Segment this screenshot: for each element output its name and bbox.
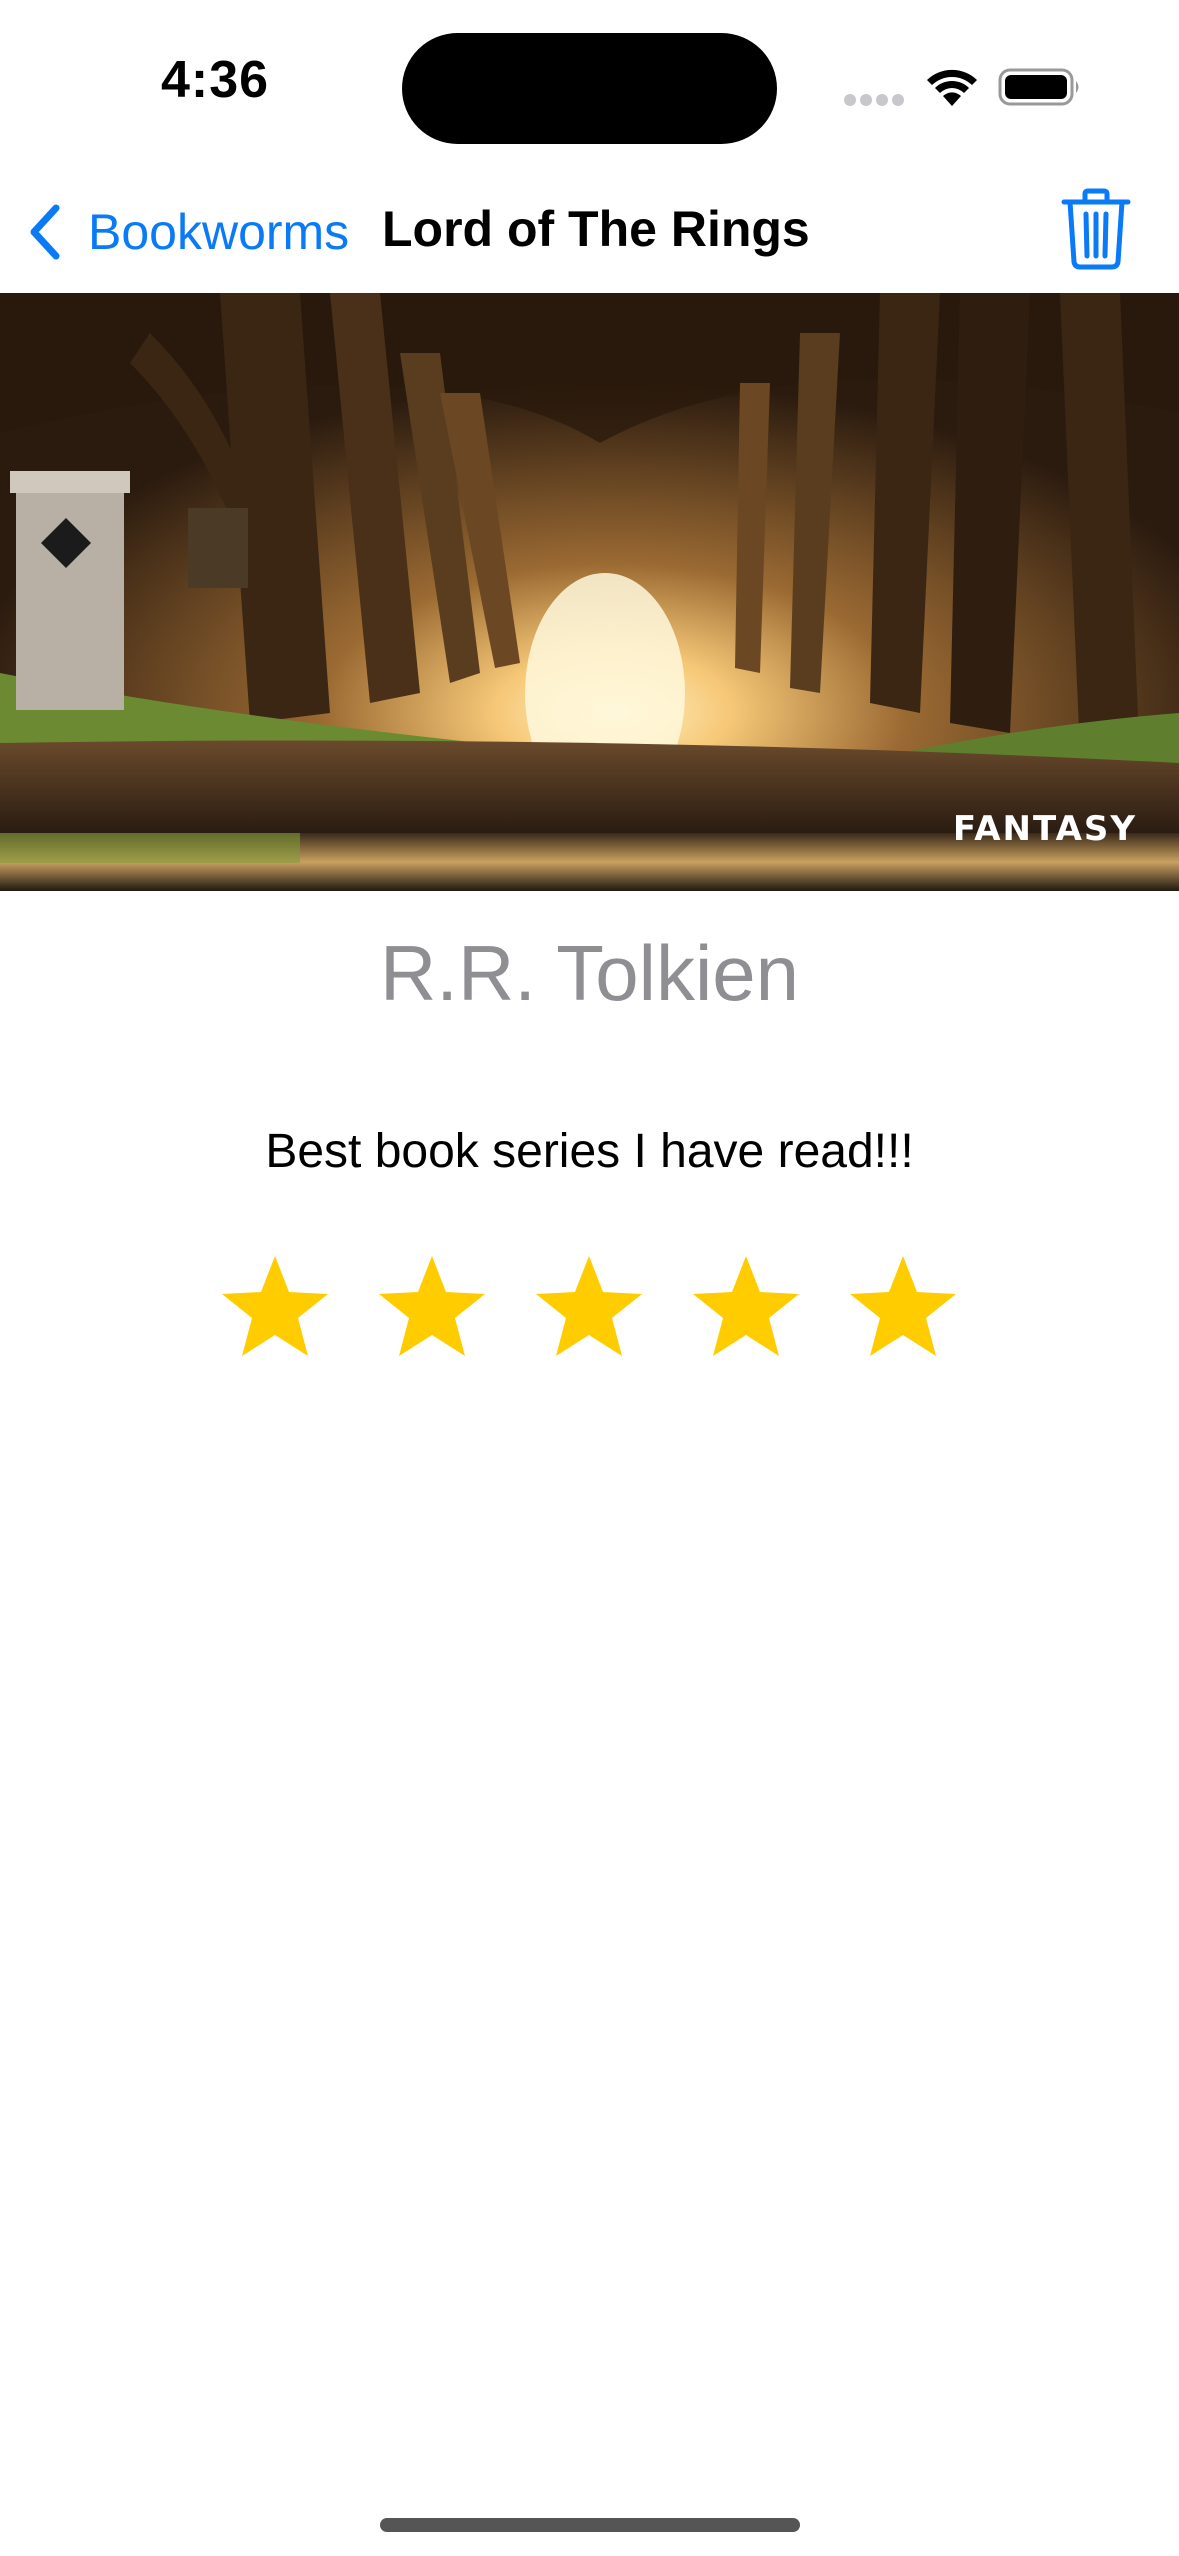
battery-icon xyxy=(998,68,1079,106)
author-name: R.R. Tolkien xyxy=(379,929,800,1017)
star-icon[interactable] xyxy=(376,1252,489,1362)
star-icon[interactable] xyxy=(219,1252,332,1362)
status-time: 4:36 xyxy=(160,51,270,109)
genre-label: FANTASY xyxy=(952,809,1137,849)
forest-path-illustration xyxy=(0,293,1179,891)
page-title: Lord of The Rings xyxy=(382,201,810,257)
star-icon[interactable] xyxy=(690,1252,803,1362)
back-button[interactable]: Bookworms xyxy=(24,194,349,270)
trash-icon[interactable] xyxy=(1060,188,1132,270)
book-cover-image: FANTASY xyxy=(0,293,1179,891)
wifi-icon xyxy=(927,69,977,106)
star-icon[interactable] xyxy=(847,1252,960,1362)
cellular-signal-icon xyxy=(844,94,904,106)
back-button-label: Bookworms xyxy=(88,204,350,260)
chevron-left-icon xyxy=(30,204,60,260)
dynamic-island xyxy=(402,33,777,144)
navigation-bar: Bookworms Lord of The Rings xyxy=(0,170,1179,293)
star-icon[interactable] xyxy=(533,1252,646,1362)
review-text: Best book series I have read!!! xyxy=(265,1125,914,1178)
home-indicator[interactable] xyxy=(380,2518,800,2532)
star-rating xyxy=(0,1252,1179,1362)
status-bar: 4:36 xyxy=(0,0,1179,170)
